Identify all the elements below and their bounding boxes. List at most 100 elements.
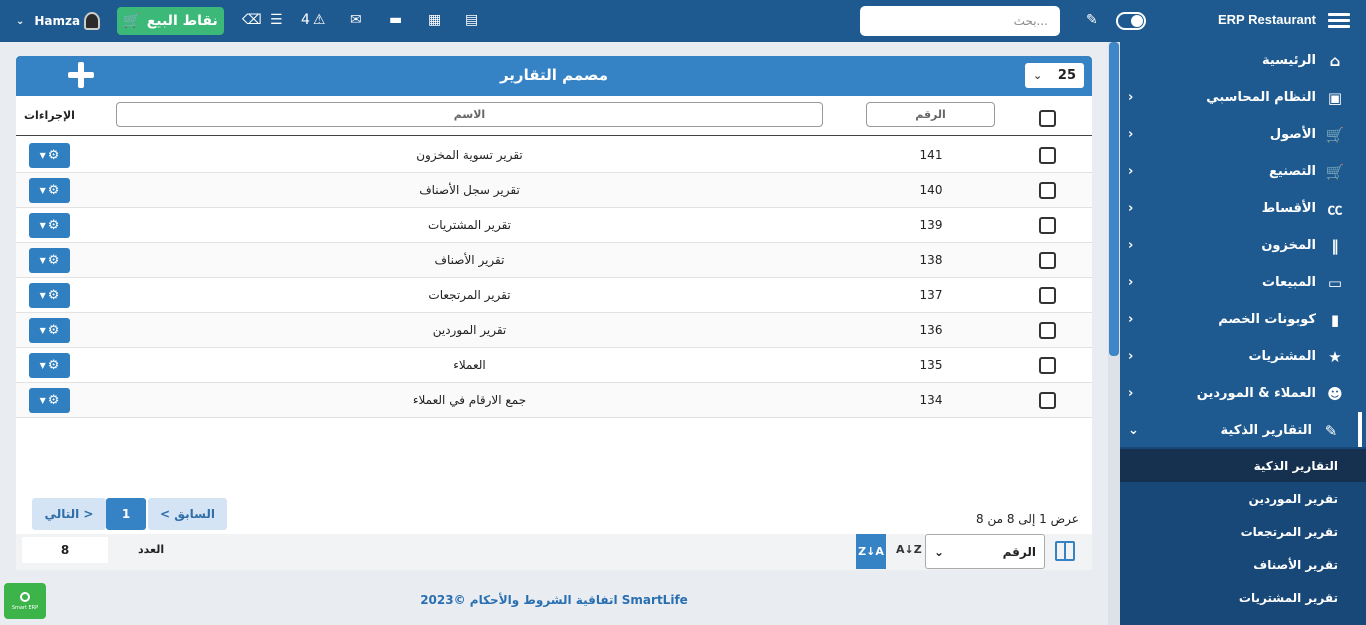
- row-actions-button[interactable]: ▼ ⚙: [29, 143, 70, 168]
- star-icon: ★: [1328, 347, 1342, 366]
- number-filter-placeholder: الرقم: [915, 108, 946, 121]
- caret-down-icon: ▼: [39, 221, 46, 230]
- list-icon[interactable]: ☰: [270, 12, 283, 28]
- footer-brand-link[interactable]: SmartLife: [622, 593, 688, 607]
- alerts-count: 4: [301, 12, 310, 28]
- bookmark-icon: ▮: [1330, 310, 1340, 329]
- sidebar-item-label: النظام المحاسبي: [1206, 90, 1316, 105]
- table-row: ▼ ⚙ تقرير تسوية المخزون 141: [16, 138, 1092, 173]
- theme-toggle[interactable]: [1116, 12, 1146, 30]
- sidebar-item[interactable]: › النظام المحاسبي ▣: [1120, 79, 1362, 116]
- sidebar-item[interactable]: › التصنيع 🛒: [1120, 153, 1362, 190]
- money-icon[interactable]: ▬: [389, 12, 402, 28]
- scrollbar-thumb[interactable]: [1109, 42, 1119, 356]
- sort-desc-button[interactable]: Z↓A: [856, 534, 886, 569]
- sidebar-item[interactable]: › المخزون ‖: [1120, 227, 1362, 264]
- envelope-icon[interactable]: ✉: [350, 12, 362, 28]
- caret-down-icon: ▼: [39, 361, 46, 370]
- report-name: العملاء: [453, 358, 486, 372]
- scrollbar[interactable]: [1108, 42, 1120, 625]
- report-name: جمع الارقام في العملاء: [412, 393, 527, 407]
- submenu-item[interactable]: التقارير الذكية: [1120, 449, 1366, 482]
- sidebar-item[interactable]: › العملاء & الموردين ☻: [1120, 375, 1362, 412]
- caret-down-icon: ▼: [39, 186, 46, 195]
- row-actions-button[interactable]: ▼ ⚙: [29, 318, 70, 343]
- name-filter-input[interactable]: الاسم: [116, 102, 823, 127]
- sidebar-item[interactable]: › المشتريات ★: [1120, 338, 1362, 375]
- user-name: Hamza: [34, 14, 81, 28]
- report-name: تقرير المشتريات: [428, 218, 511, 232]
- brush-icon: ✎: [1324, 421, 1338, 440]
- number-filter-input[interactable]: الرقم: [866, 102, 995, 127]
- sidebar-item-label: التصنيع: [1269, 164, 1316, 179]
- sort-field-select[interactable]: ⌄ الرقم: [925, 534, 1045, 569]
- sidebar-item-label: المشتريات: [1248, 349, 1316, 364]
- submenu-item[interactable]: تقرير الأصناف: [1120, 548, 1366, 581]
- report-name: تقرير الأصناف: [434, 253, 505, 267]
- report-id: 136: [919, 323, 943, 337]
- submenu-item[interactable]: تقرير المرتجعات: [1120, 515, 1366, 548]
- row-checkbox[interactable]: [1039, 217, 1056, 234]
- report-designer-panel: مصمم التقارير ⌄ 25 الإجراءات الاسم الرقم…: [16, 56, 1092, 570]
- paint-brush-icon[interactable]: ✎: [1086, 12, 1098, 28]
- submenu-item[interactable]: تقرير الموردين: [1120, 482, 1366, 515]
- chevron-icon: ⌄: [1128, 423, 1139, 438]
- alerts-button[interactable]: 4 ⚠: [301, 12, 325, 28]
- user-menu[interactable]: ⌄ Hamza: [16, 12, 101, 30]
- gear-icon: ⚙: [47, 393, 60, 408]
- sidebar-item-label: الأصول: [1269, 127, 1316, 142]
- page-title: مصمم التقارير: [499, 66, 609, 84]
- current-page-button[interactable]: 1: [106, 498, 146, 530]
- row-actions-button[interactable]: ▼ ⚙: [29, 178, 70, 203]
- prev-page-button[interactable]: < السابق: [148, 498, 227, 530]
- row-checkbox[interactable]: [1039, 357, 1056, 374]
- sidebar-item[interactable]: › كوبونات الخصم ▮: [1120, 301, 1362, 338]
- sidebar-item[interactable]: الرئيسية ⌂: [1120, 42, 1362, 79]
- sidebar-item-label: الرئيسية: [1261, 53, 1316, 68]
- row-checkbox[interactable]: [1039, 252, 1056, 269]
- sidebar-item[interactable]: › الأصول 🛒: [1120, 116, 1362, 153]
- columns-icon[interactable]: [1055, 541, 1075, 561]
- row-checkbox[interactable]: [1039, 287, 1056, 304]
- copyright-year: ©2023: [420, 593, 466, 607]
- pos-button[interactable]: 🛒 نقاط البيع: [117, 7, 224, 35]
- report-id: 135: [919, 358, 943, 372]
- row-checkbox[interactable]: [1039, 182, 1056, 199]
- row-actions-button[interactable]: ▼ ⚙: [29, 283, 70, 308]
- row-checkbox[interactable]: [1039, 322, 1056, 339]
- smart-erp-badge-label: Smart ERP: [11, 604, 39, 611]
- sidebar-item[interactable]: › الأقساط ㏄: [1120, 190, 1362, 227]
- sort-asc-button[interactable]: A↓Z: [896, 543, 922, 556]
- caret-down-icon: ▼: [39, 151, 46, 160]
- submenu-item[interactable]: تقرير المشتريات: [1120, 581, 1366, 614]
- report-id: 134: [919, 393, 943, 407]
- page-size-select[interactable]: ⌄ 25: [1025, 63, 1084, 88]
- calendar-icon[interactable]: ▦: [428, 12, 441, 28]
- next-page-button[interactable]: التالي >: [32, 498, 106, 530]
- cart-icon: 🛒: [1325, 125, 1345, 144]
- eraser-icon[interactable]: ⌫: [242, 12, 262, 28]
- smart-erp-badge[interactable]: Smart ERP: [4, 583, 46, 619]
- calculator-icon[interactable]: ▤: [465, 12, 478, 28]
- select-all-checkbox[interactable]: [1039, 110, 1056, 127]
- sidebar-item[interactable]: ⌄ التقارير الذكية ✎: [1120, 412, 1362, 449]
- report-id: 138: [919, 253, 943, 267]
- users-icon: ☻: [1327, 384, 1343, 403]
- row-actions-button[interactable]: ▼ ⚙: [29, 213, 70, 238]
- report-name: تقرير المرتجعات: [428, 288, 511, 302]
- sidebar-item[interactable]: › المبيعات ▭: [1120, 264, 1362, 301]
- row-checkbox[interactable]: [1039, 392, 1056, 409]
- terms-link[interactable]: اتفاقية الشروط والأحكام: [470, 593, 618, 607]
- row-actions-button[interactable]: ▼ ⚙: [29, 388, 70, 413]
- row-actions-button[interactable]: ▼ ⚙: [29, 353, 70, 378]
- hamburger-icon[interactable]: [1328, 13, 1350, 29]
- row-checkbox[interactable]: [1039, 147, 1056, 164]
- panel-header: مصمم التقارير ⌄ 25: [16, 56, 1092, 96]
- sidebar-item-label: العملاء & الموردين: [1196, 386, 1316, 401]
- table-row: ▼ ⚙ تقرير الموردين 136: [16, 313, 1092, 348]
- table-row: ▼ ⚙ تقرير سجل الأصناف 140: [16, 173, 1092, 208]
- sidebar-item-label: المبيعات: [1262, 275, 1316, 290]
- cart-icon: 🛒: [123, 13, 141, 29]
- search-input[interactable]: بحث...: [860, 6, 1060, 36]
- row-actions-button[interactable]: ▼ ⚙: [29, 248, 70, 273]
